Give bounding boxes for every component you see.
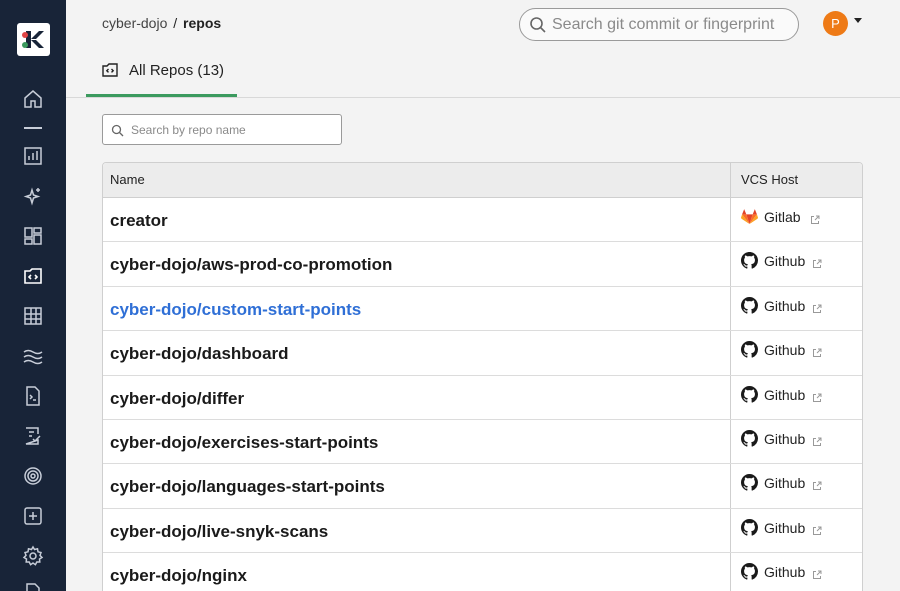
flows-icon[interactable] xyxy=(22,345,44,367)
column-divider xyxy=(730,242,731,286)
github-icon xyxy=(741,429,758,447)
external-link-icon[interactable] xyxy=(812,390,822,402)
github-icon xyxy=(741,385,758,403)
table-body: creator Gitlab cyber-dojo/aws-prod-co-prom… xyxy=(103,198,862,591)
repos-icon[interactable] xyxy=(22,265,44,287)
header: cyber-dojo / repos P All Repos (13) xyxy=(66,0,900,98)
repo-name-link[interactable]: cyber-dojo/nginx xyxy=(110,566,247,586)
table-row[interactable]: cyber-dojo/exercises-start-points Github xyxy=(103,419,862,465)
sidebar-divider xyxy=(24,127,42,129)
column-divider xyxy=(730,464,731,508)
search-icon xyxy=(530,17,546,33)
vcs-host-label: Github xyxy=(764,475,806,492)
dashboard-icon[interactable] xyxy=(22,225,44,247)
external-link-icon[interactable] xyxy=(812,345,822,358)
vcs-host-label: Github xyxy=(764,386,806,403)
github-icon xyxy=(741,518,758,536)
vcs-host-label: Github xyxy=(764,564,806,581)
column-divider xyxy=(730,163,731,197)
avatar[interactable]: P xyxy=(823,11,848,36)
table-row[interactable]: cyber-dojo/differ Github xyxy=(103,375,862,420)
terminal-file-icon[interactable] xyxy=(22,385,44,407)
external-link-icon[interactable] xyxy=(810,212,820,224)
sparkle-icon[interactable] xyxy=(22,185,44,207)
breadcrumb: cyber-dojo / repos xyxy=(102,15,221,31)
export-icon[interactable] xyxy=(22,582,44,591)
home-icon[interactable] xyxy=(22,88,44,110)
global-search-box[interactable] xyxy=(519,8,799,41)
table-row[interactable]: cyber-dojo/languages-start-points Github xyxy=(103,464,862,509)
sidebar xyxy=(0,0,66,591)
column-header-name[interactable]: Name xyxy=(110,172,145,187)
github-icon xyxy=(741,296,758,314)
chevron-down-icon[interactable] xyxy=(854,18,862,23)
target-icon[interactable] xyxy=(22,465,44,487)
breadcrumb-current: repos xyxy=(183,15,222,31)
grid-icon[interactable] xyxy=(22,305,44,327)
column-divider xyxy=(730,419,731,464)
plus-square-icon[interactable] xyxy=(22,505,44,527)
breadcrumb-separator: / xyxy=(173,15,178,31)
checklist-icon[interactable] xyxy=(22,425,44,447)
github-icon xyxy=(741,341,758,358)
table-header: Name VCS Host xyxy=(103,163,862,198)
tab-all-repos[interactable]: All Repos (13) xyxy=(86,54,237,97)
search-icon xyxy=(111,124,124,137)
repo-search-box[interactable] xyxy=(102,114,342,145)
column-divider xyxy=(730,375,731,419)
column-divider xyxy=(730,198,731,242)
repo-name-link[interactable]: cyber-dojo/custom-start-points xyxy=(110,300,361,320)
repo-name-link[interactable]: cyber-dojo/live-snyk-scans xyxy=(110,522,328,542)
repos-table: Name VCS Host creator Gitlab cyber-dojo/aw… xyxy=(102,162,863,591)
external-link-icon[interactable] xyxy=(812,434,822,446)
repo-search-input[interactable] xyxy=(131,120,331,140)
github-icon xyxy=(741,563,758,580)
vcs-host-label: Github xyxy=(764,519,806,536)
logo-icon[interactable] xyxy=(17,23,50,56)
column-divider xyxy=(730,286,731,331)
main-area: cyber-dojo / repos P All Repos (13) Name… xyxy=(66,0,900,591)
table-row[interactable]: cyber-dojo/aws-prod-co-promotion Github xyxy=(103,242,862,287)
external-link-icon[interactable] xyxy=(812,256,822,269)
vcs-host-label: Github xyxy=(764,253,806,270)
external-link-icon[interactable] xyxy=(812,567,822,580)
breadcrumb-org[interactable]: cyber-dojo xyxy=(102,15,167,31)
global-search-input[interactable] xyxy=(552,13,792,37)
table-row[interactable]: cyber-dojo/live-snyk-scans Github xyxy=(103,508,862,554)
external-link-icon[interactable] xyxy=(812,301,822,313)
settings-icon[interactable] xyxy=(22,545,44,567)
table-row[interactable]: cyber-dojo/dashboard Github xyxy=(103,331,862,376)
vcs-host-label: Gitlab xyxy=(764,209,801,225)
tab-label: All Repos (13) xyxy=(129,62,225,79)
column-header-vcs-host[interactable]: VCS Host xyxy=(741,172,798,187)
github-icon xyxy=(741,474,758,491)
column-divider xyxy=(730,508,731,553)
repo-name-link[interactable]: cyber-dojo/languages-start-points xyxy=(110,477,385,497)
table-row[interactable]: cyber-dojo/nginx Github xyxy=(103,553,862,591)
repo-name-link[interactable]: cyber-dojo/dashboard xyxy=(110,344,289,364)
repos-icon xyxy=(102,63,118,77)
vcs-host-label: Github xyxy=(764,342,806,359)
gitlab-icon xyxy=(741,208,758,225)
external-link-icon[interactable] xyxy=(812,478,822,491)
vcs-host-label: Github xyxy=(764,430,806,447)
repo-name-link[interactable]: cyber-dojo/differ xyxy=(110,389,244,409)
table-row[interactable]: cyber-dojo/custom-start-points Github xyxy=(103,286,862,332)
vcs-host-label: Github xyxy=(764,297,806,314)
table-row[interactable]: creator Gitlab xyxy=(103,198,862,243)
repo-name-link[interactable]: creator xyxy=(110,211,168,231)
repo-name-link[interactable]: cyber-dojo/aws-prod-co-promotion xyxy=(110,255,392,275)
external-link-icon[interactable] xyxy=(812,523,822,535)
column-divider xyxy=(730,553,731,591)
github-icon xyxy=(741,252,758,269)
analytics-icon[interactable] xyxy=(22,145,44,167)
column-divider xyxy=(730,331,731,375)
repo-name-link[interactable]: cyber-dojo/exercises-start-points xyxy=(110,433,378,453)
